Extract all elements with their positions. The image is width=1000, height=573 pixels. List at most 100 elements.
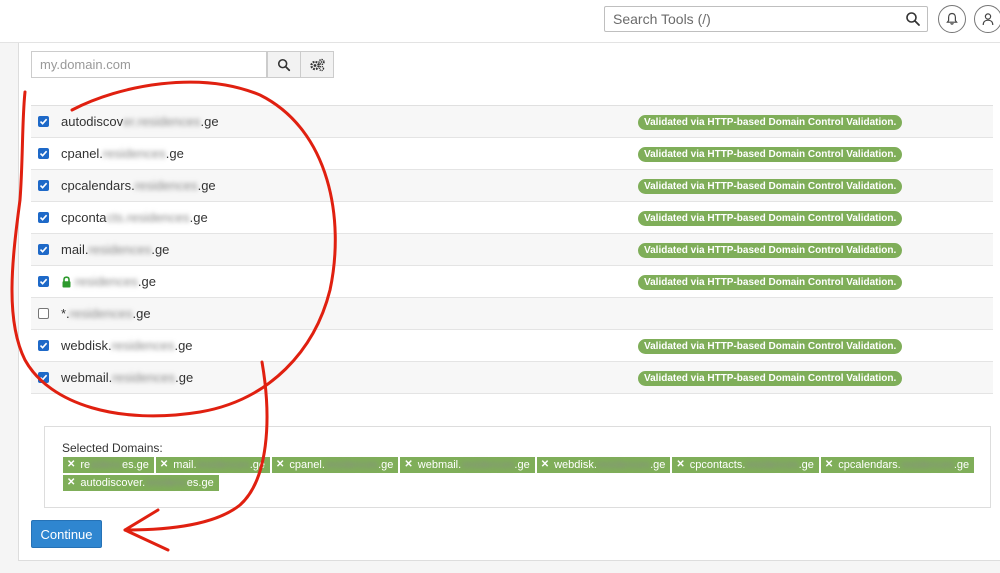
- tag-redacted: residences: [900, 459, 954, 471]
- check-icon: [39, 342, 48, 349]
- tag-suffix: .ge: [798, 459, 814, 471]
- tag-prefix: cpcalendars.: [838, 459, 901, 471]
- domain-prefix: autodiscov: [61, 114, 124, 129]
- remove-icon[interactable]: ✕: [541, 457, 549, 473]
- validation-status-badge: Validated via HTTP-based Domain Control …: [638, 115, 903, 130]
- domain-checkbox[interactable]: [38, 116, 49, 127]
- remove-icon[interactable]: ✕: [160, 457, 168, 473]
- selected-domain-tag[interactable]: ✕ re sidenc es.ge: [63, 457, 154, 473]
- selected-domain-tag[interactable]: ✕ webdisk. residences .ge: [536, 457, 671, 473]
- domain-settings-button[interactable]: [300, 51, 334, 78]
- domain-prefix: webdisk.: [61, 338, 112, 353]
- remove-icon[interactable]: ✕: [276, 457, 284, 473]
- selected-domain-tag[interactable]: ✕ webmail. residences .ge: [400, 457, 535, 473]
- domain-suffix: .ge: [151, 242, 170, 257]
- validation-status-badge: Validated via HTTP-based Domain Control …: [638, 371, 903, 386]
- user-menu-button[interactable]: [974, 5, 1000, 33]
- domain-name: residences .ge: [61, 274, 156, 289]
- validation-status-badge: Validated via HTTP-based Domain Control …: [638, 147, 903, 162]
- domain-name: *. residences .ge: [61, 306, 151, 321]
- domain-table: autodiscov er.residences .ge Validated via …: [31, 105, 993, 394]
- tag-suffix: .ge: [953, 459, 970, 471]
- tag-redacted: residences: [461, 459, 515, 471]
- tag-prefix: webmail.: [417, 459, 462, 471]
- domain-redacted: residences: [69, 306, 133, 321]
- selected-domains-box: Selected Domains: ✕ re sidenc es.ge ✕ mail. re…: [44, 426, 991, 508]
- domain-name: autodiscov er.residences .ge: [61, 114, 219, 129]
- tag-prefix: webdisk.: [554, 459, 597, 471]
- domain-row: mail. residences .ge Validated via HTTP-bas…: [31, 234, 993, 266]
- selected-domains-label: Selected Domains:: [62, 441, 163, 455]
- domain-checkbox[interactable]: [38, 340, 49, 351]
- remove-icon[interactable]: ✕: [676, 457, 684, 473]
- selected-domain-tags: ✕ re sidenc es.ge ✕ mail. residences .ge ✕ cpanel…: [63, 457, 1000, 491]
- search-tools-box[interactable]: [604, 6, 928, 32]
- domain-checkbox[interactable]: [38, 308, 49, 319]
- tag-prefix: re: [80, 459, 91, 471]
- domain-filter-input[interactable]: [31, 51, 267, 78]
- domain-suffix: .ge: [165, 146, 184, 161]
- ssl-domains-panel: autodiscover.residences.geValidated via …: [18, 43, 1000, 561]
- domain-checkbox[interactable]: [38, 148, 49, 159]
- validation-status-badge: Validated via HTTP-based Domain Control …: [638, 179, 903, 194]
- selected-domain-tag[interactable]: ✕ cpanel. residences .ge: [272, 457, 399, 473]
- top-bar: [0, 0, 1000, 43]
- domain-row: residences .ge Validated via HTTP-based Do…: [31, 266, 993, 298]
- tag-prefix: cpcontacts.: [689, 459, 746, 471]
- tag-redacted: sidenc: [90, 459, 122, 471]
- continue-button[interactable]: Continue: [31, 520, 102, 548]
- domain-checkbox[interactable]: [38, 244, 49, 255]
- remove-icon[interactable]: ✕: [67, 457, 75, 473]
- tag-redacted: residences: [324, 459, 379, 471]
- domain-prefix: cpconta: [61, 210, 107, 225]
- domain-suffix: .ge: [132, 306, 151, 321]
- check-icon: [39, 182, 48, 189]
- remove-icon[interactable]: ✕: [404, 457, 412, 473]
- domain-redacted: residences: [111, 338, 175, 353]
- domain-checkbox[interactable]: [38, 180, 49, 191]
- domain-redacted: residences: [88, 242, 152, 257]
- check-icon: [39, 278, 48, 285]
- notifications-button[interactable]: [938, 5, 966, 33]
- search-icon[interactable]: [905, 11, 921, 27]
- check-icon: [39, 246, 48, 253]
- selected-domain-tag[interactable]: ✕ mail. residences .ge: [155, 457, 271, 473]
- selected-domain-tag[interactable]: ✕ autodiscover. residenc es.ge: [63, 475, 219, 491]
- tag-suffix: .ge: [249, 459, 266, 471]
- domain-checkbox[interactable]: [38, 276, 49, 287]
- selected-domain-tag[interactable]: ✕ cpcalendars. residences .ge: [820, 457, 975, 473]
- domain-prefix: mail.: [61, 242, 89, 257]
- check-icon: [39, 374, 48, 381]
- domain-row: autodiscov er.residences .ge Validated via …: [31, 106, 993, 138]
- tag-redacted: residences: [745, 459, 799, 471]
- domain-row: cpcalendars. residences .ge Validated via H…: [31, 170, 993, 202]
- domain-redacted: residences: [134, 178, 198, 193]
- search-tools-input[interactable]: [605, 7, 911, 31]
- tag-prefix: autodiscover.: [80, 477, 146, 489]
- lock-icon: [62, 275, 71, 287]
- domain-suffix: .ge: [137, 274, 156, 289]
- domain-prefix: cpanel.: [61, 146, 103, 161]
- domain-row: cpanel. residences .ge Validated via HTTP-b…: [31, 138, 993, 170]
- domain-redacted: cts.residences: [106, 210, 190, 225]
- domain-name: cpcalendars. residences .ge: [61, 178, 216, 193]
- validation-status-badge: Validated via HTTP-based Domain Control …: [638, 243, 903, 258]
- check-icon: [39, 118, 48, 125]
- domain-suffix: .ge: [189, 210, 208, 225]
- domain-search-button[interactable]: [267, 51, 301, 78]
- domain-checkbox[interactable]: [38, 212, 49, 223]
- remove-icon[interactable]: ✕: [825, 457, 833, 473]
- domain-row: *. residences .ge: [31, 298, 993, 330]
- selected-domain-tag[interactable]: ✕ cpcontacts. residences .ge: [672, 457, 819, 473]
- tag-suffix: .ge: [650, 459, 666, 471]
- search-icon: [277, 58, 291, 71]
- remove-icon[interactable]: ✕: [67, 475, 75, 491]
- tag-prefix: cpanel.: [289, 459, 325, 471]
- domain-name: cpconta cts.residences .ge: [61, 210, 208, 225]
- domain-redacted: residences: [75, 274, 138, 289]
- domain-prefix: webmail.: [61, 370, 113, 385]
- domain-name: webdisk. residences .ge: [61, 338, 193, 353]
- domain-row: webdisk. residences .ge Validated via HTTP-…: [31, 330, 993, 362]
- domain-checkbox[interactable]: [38, 372, 49, 383]
- tag-redacted: residences: [196, 459, 250, 471]
